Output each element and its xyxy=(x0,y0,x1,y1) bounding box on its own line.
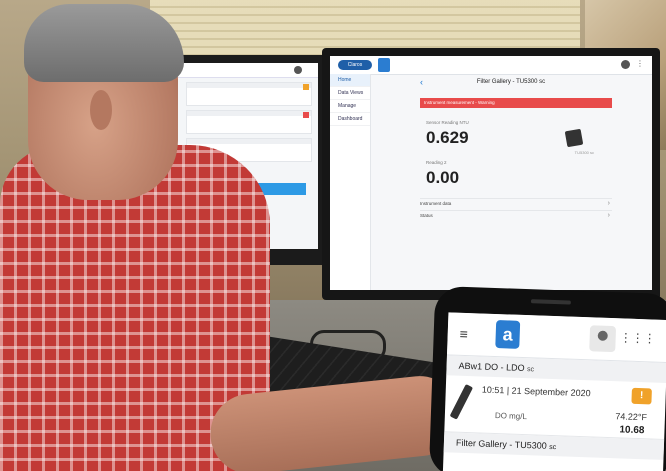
sidebar-item-data-views[interactable]: Data Views xyxy=(330,87,370,100)
status-label: Status xyxy=(420,213,433,218)
chevron-right-icon: › xyxy=(607,212,610,219)
person-hair xyxy=(24,4,184,82)
left-card-1 xyxy=(186,82,312,106)
warning-icon xyxy=(303,84,309,90)
user-icon xyxy=(294,66,302,74)
instrument-data-link[interactable]: Instrument data › xyxy=(420,198,612,209)
second-device-header[interactable]: 10.68 Filter Gallery - TU5300 sc xyxy=(443,424,665,460)
main-panel: ‹ Filter Gallery - TU5300 sc Instrument … xyxy=(370,74,652,290)
sensor-caption: TU5300 sc xyxy=(574,150,594,155)
right-monitor-screen: Claros ⋮ Home Data Views Manage Dashboar… xyxy=(330,56,652,290)
second-device-title: Filter Gallery - TU5300 xyxy=(455,437,547,451)
app-logo-icon: a xyxy=(495,320,521,349)
sidebar-item-manage[interactable]: Manage xyxy=(330,100,370,113)
phone-topbar: ≡ a ⋮⋮⋮ xyxy=(446,312,666,363)
second-value: 10.68 xyxy=(619,424,645,437)
reading-2-value: 0.00 xyxy=(426,168,460,187)
menu-icon[interactable]: ⋮ xyxy=(636,60,644,69)
second-device-suffix: sc xyxy=(549,443,557,452)
phone-screen: ≡ a ⋮⋮⋮ ABw1 DO - LDO sc 10:51 | 21 Sept… xyxy=(442,312,666,471)
user-icon[interactable] xyxy=(589,325,617,353)
user-icon[interactable] xyxy=(621,60,630,69)
right-monitor: Claros ⋮ Home Data Views Manage Dashboar… xyxy=(322,48,660,300)
app-topbar: Claros ⋮ xyxy=(330,56,652,75)
smartphone: ≡ a ⋮⋮⋮ ABw1 DO - LDO sc 10:51 | 21 Sept… xyxy=(428,285,666,471)
measurement-unit: DO mg/L xyxy=(494,411,528,422)
probe-icon xyxy=(449,383,474,420)
grid-icon[interactable]: ⋮⋮⋮ xyxy=(619,330,655,345)
app-logo-icon xyxy=(378,58,390,72)
reading-1-label: Sensor Reading NTU xyxy=(426,120,469,125)
page-title: Filter Gallery - TU5300 sc xyxy=(476,79,546,85)
reading-2-label: Reading 2 xyxy=(426,160,447,165)
brand-pill[interactable]: Claros xyxy=(338,60,372,70)
reading-1-value: 0.629 xyxy=(426,128,469,147)
sidebar-item-home[interactable]: Home xyxy=(330,74,370,87)
sidebar-item-dashboard[interactable]: Dashboard xyxy=(330,113,370,126)
alert-banner[interactable]: Instrument measurement - Warning xyxy=(420,98,612,108)
warning-icon[interactable]: ! xyxy=(631,387,652,405)
device-suffix: sc xyxy=(526,366,535,374)
status-link[interactable]: Status › xyxy=(420,210,612,221)
hamburger-menu-icon[interactable]: ≡ xyxy=(459,326,468,342)
phone-speaker xyxy=(530,299,571,305)
ear xyxy=(90,90,112,130)
sidebar: Home Data Views Manage Dashboard xyxy=(330,74,371,290)
instrument-data-label: Instrument data xyxy=(420,201,452,206)
timestamp: 10:51 | 21 September 2020 xyxy=(481,384,591,399)
sensor-icon xyxy=(564,128,584,148)
left-card-2 xyxy=(186,110,312,134)
device-title: ABw1 DO - LDO xyxy=(458,360,525,374)
photo-scene: DELL Claros ⋮ Home Data Views Manage Das… xyxy=(0,0,666,471)
chevron-right-icon: › xyxy=(607,200,610,207)
error-icon xyxy=(303,112,309,118)
